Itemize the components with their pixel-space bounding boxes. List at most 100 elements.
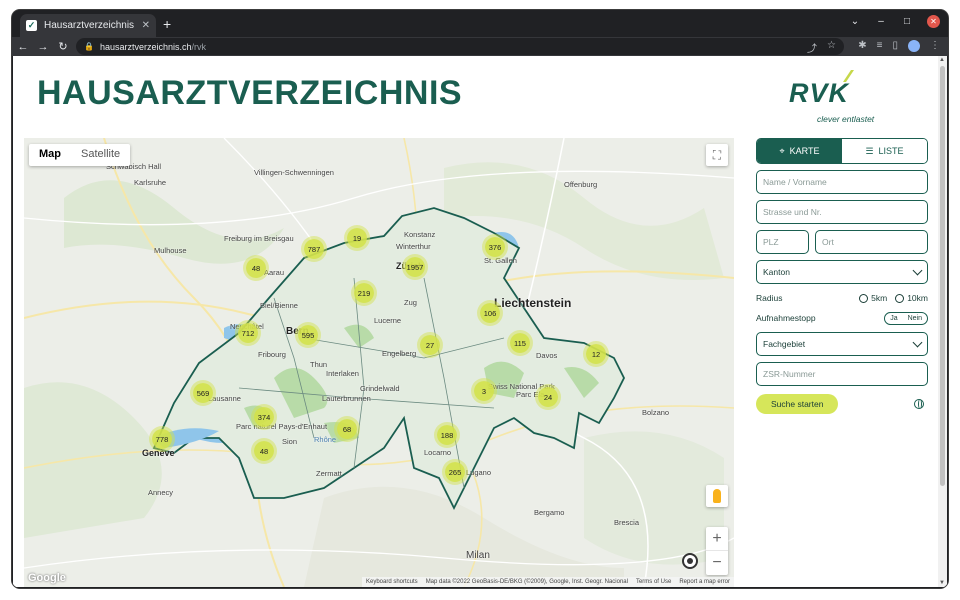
google-logo: Google <box>28 572 66 584</box>
rvk-logo[interactable]: RVK clever entlastet <box>789 68 899 128</box>
back-icon[interactable]: ← <box>14 41 32 53</box>
report-error-link[interactable]: Report a map error <box>679 577 730 587</box>
keyboard-shortcuts-link[interactable]: Keyboard shortcuts <box>366 577 418 587</box>
tab-close-icon[interactable]: ✕ <box>142 20 150 31</box>
street-view-pegman-icon[interactable] <box>706 485 728 507</box>
profile-avatar-icon[interactable] <box>908 40 920 52</box>
terms-link[interactable]: Terms of Use <box>636 577 671 587</box>
globe-icon[interactable] <box>914 399 924 409</box>
map-label: Offenburg <box>564 180 598 189</box>
radio-circle-icon <box>859 293 869 303</box>
extensions-puzzle-icon[interactable]: ✱ <box>858 40 866 52</box>
map-cluster[interactable]: 374 <box>254 407 274 427</box>
map-cluster[interactable]: 265 <box>445 462 465 482</box>
tab-list[interactable]: ☰ LISTE <box>842 139 927 163</box>
map-cluster[interactable]: 712 <box>238 323 258 343</box>
map-label: Lucerne <box>374 316 402 325</box>
map-label: Liechtenstein <box>494 296 572 310</box>
canton-select[interactable]: Kanton <box>756 260 928 284</box>
menu-kebab-icon[interactable]: ⋮ <box>930 40 940 52</box>
lock-icon: 🔒 <box>84 42 94 51</box>
map-label: Thun <box>310 360 328 369</box>
map-label: Bolzano <box>642 408 670 417</box>
map-cluster[interactable]: 115 <box>510 333 530 353</box>
radius-10km-radio[interactable]: 10km <box>895 293 928 303</box>
street-input[interactable]: Strasse und Nr. <box>756 200 928 224</box>
scrollbar-thumb[interactable] <box>940 66 945 486</box>
map-type-satellite-button[interactable]: Satellite <box>71 144 130 166</box>
map-cluster[interactable]: 778 <box>152 429 172 449</box>
web-page: HAUSARZTVERZEICHNIS RVK clever entlastet <box>13 56 947 587</box>
map-label: Interlaken <box>326 369 359 378</box>
browser-tab[interactable]: ✓ Hausarztverzeichnis ✕ <box>20 14 156 37</box>
map-cluster[interactable]: 19 <box>347 228 367 248</box>
tab-search-icon[interactable]: ⌄ <box>849 16 861 27</box>
plz-ort-row: PLZ Ort <box>756 224 928 254</box>
logo-tagline: clever entlastet <box>817 114 875 124</box>
map-label: Rhône <box>314 435 337 444</box>
map-cluster[interactable]: 27 <box>420 335 440 355</box>
window-close-icon[interactable]: ✕ <box>927 15 940 28</box>
map-cluster[interactable]: 188 <box>437 425 457 445</box>
bookmark-star-icon[interactable]: ☆ <box>827 40 836 55</box>
zoom-out-button[interactable]: − <box>706 551 728 575</box>
map-cluster[interactable]: 595 <box>298 325 318 345</box>
admission-label: Aufnahmestopp <box>756 313 816 323</box>
map-type-control: Map Satellite <box>29 144 131 166</box>
scroll-down-icon[interactable]: ▼ <box>939 580 945 586</box>
map-cluster[interactable]: 1957 <box>405 257 425 277</box>
admission-yes-option[interactable]: Ja <box>885 313 902 324</box>
map-cluster[interactable]: 48 <box>246 258 266 278</box>
minimize-icon[interactable]: – <box>875 16 887 27</box>
map-label: Lausanne <box>208 394 241 403</box>
map-cluster[interactable]: 24 <box>538 387 558 407</box>
admission-no-option[interactable]: Nein <box>903 313 927 324</box>
map-label: Brescia <box>614 518 640 527</box>
map-label: Davos <box>536 351 558 360</box>
forward-icon[interactable]: → <box>34 41 52 53</box>
tab-map[interactable]: ⌖ KARTE <box>757 139 842 163</box>
reload-icon[interactable]: ↻ <box>54 40 72 53</box>
map-label: Parc naturel Pays-d'Enhaut <box>236 422 328 431</box>
plz-input[interactable]: PLZ <box>756 230 809 254</box>
ort-input[interactable]: Ort <box>815 230 928 254</box>
side-panel-icon[interactable]: ▯ <box>892 40 898 52</box>
zsr-input[interactable]: ZSR-Nummer <box>756 362 928 386</box>
map-cluster[interactable]: 787 <box>304 239 324 259</box>
tab-strip: ✓ Hausarztverzeichnis ✕ + ⌄ – □ ✕ <box>12 10 948 37</box>
map-label: Winterthur <box>396 242 431 251</box>
radius-5km-radio[interactable]: 5km <box>859 293 887 303</box>
address-bar[interactable]: 🔒 hausarztverzeichnis.ch /rvk ⤴ ☆ <box>76 38 844 55</box>
my-location-icon[interactable] <box>682 553 698 569</box>
map-cluster[interactable]: 48 <box>254 441 274 461</box>
map-cluster[interactable]: 12 <box>586 344 606 364</box>
name-input[interactable]: Name / Vorname <box>756 170 928 194</box>
zoom-in-button[interactable]: + <box>706 527 728 551</box>
page-scrollbar[interactable]: ▲ ▼ <box>938 56 947 587</box>
map-attribution: Keyboard shortcuts Map data ©2022 GeoBas… <box>361 577 734 587</box>
new-tab-button[interactable]: + <box>163 16 171 32</box>
radius-5km-label: 5km <box>871 293 888 303</box>
fullscreen-icon[interactable]: ⛶ <box>706 144 728 166</box>
map-cluster[interactable]: 106 <box>480 303 500 323</box>
map-cluster[interactable]: 376 <box>485 237 505 257</box>
maximize-icon[interactable]: □ <box>901 16 913 27</box>
map-label: Lugano <box>466 468 492 477</box>
map-data-text: Map data ©2022 GeoBasis-DE/BKG (©2009), … <box>425 579 628 585</box>
map-cluster[interactable]: 219 <box>354 283 374 303</box>
chevron-down-icon <box>912 265 923 276</box>
map-cluster[interactable]: 3 <box>474 381 494 401</box>
reading-list-icon[interactable]: ≡ <box>877 40 883 52</box>
map-type-map-button[interactable]: Map <box>29 144 71 166</box>
map-cluster[interactable]: 569 <box>193 383 213 403</box>
share-icon[interactable]: ⤴ <box>807 40 817 55</box>
map-label: Engelberg <box>382 349 417 358</box>
search-button[interactable]: Suche starten <box>756 394 839 414</box>
specialty-select[interactable]: Fachgebiet <box>756 332 928 356</box>
list-icon: ☰ <box>865 145 874 156</box>
map-cluster[interactable]: 68 <box>337 419 357 439</box>
map-label: Bergamo <box>534 508 565 517</box>
radio-circle-icon <box>895 293 905 303</box>
scroll-up-icon[interactable]: ▲ <box>939 57 945 63</box>
map-canvas[interactable]: Liechtenstein Schwäbisch Hall Karlsruhe … <box>24 138 734 587</box>
